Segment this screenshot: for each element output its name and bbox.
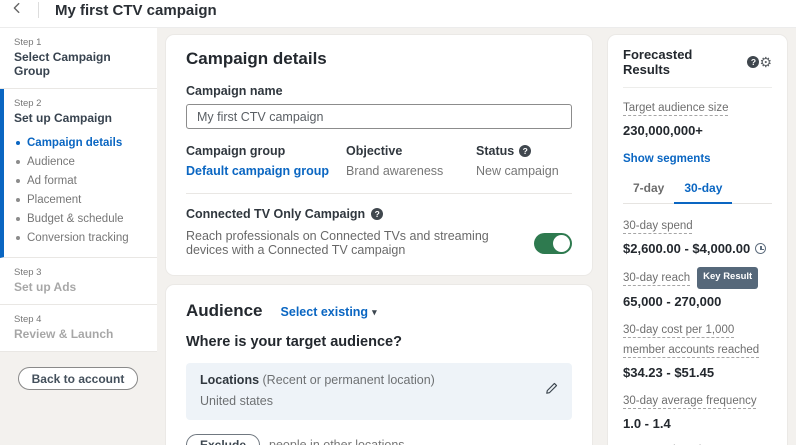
campaign-details-card: Campaign details Campaign name Campaign … [166,35,592,275]
bullet-icon [16,197,20,202]
campaign-group-link[interactable]: Default campaign group [186,164,346,178]
forecast-tabs: 7-day 30-day [623,177,772,205]
bullet-icon [16,140,20,145]
campaign-details-title: Campaign details [186,49,327,68]
step-title: Set up Ads [14,280,77,294]
frequency-value: 1.0 - 1.4 [623,416,671,432]
forecast-title: Forecasted Results [623,47,693,77]
target-audience-value: 230,000,000+ [623,123,703,139]
reach-label[interactable]: 30-day reach [623,268,690,288]
edit-locations-icon[interactable] [545,382,558,400]
audience-card: Audience Select existing ▾ Where is your … [166,285,592,445]
campaign-group-label: Campaign group [186,144,286,158]
sidebar-item-conversion-tracking[interactable]: Conversion tracking [14,228,143,247]
key-result-badge: Key Result [697,267,759,289]
substep-label: Audience [27,155,75,168]
back-arrow-icon[interactable] [0,1,34,20]
spend-label[interactable]: 30-day spend [623,220,693,232]
pacing-clock-icon[interactable] [755,243,767,255]
show-segments-link[interactable]: Show segments [623,153,711,165]
bullet-icon [16,159,20,164]
target-audience-label[interactable]: Target audience size [623,102,728,114]
step-title: Select Campaign Group [14,50,111,78]
reach-value: 65,000 - 270,000 [623,293,722,309]
forecast-panel: Forecasted Results ? ⚙ Target audience s… [608,35,787,445]
step-title: Set up Campaign [14,111,113,125]
frequency-label[interactable]: 30-day average frequency [623,395,757,407]
back-to-account-button[interactable]: Back to account [18,367,138,390]
select-existing-dropdown[interactable]: Select existing ▾ [281,305,377,319]
sidebar-item-budget-schedule[interactable]: Budget & schedule [14,209,143,228]
substep-label: Budget & schedule [27,212,124,225]
step-title: Review & Launch [14,327,114,341]
locations-label: Locations [200,373,260,387]
cost-label[interactable]: 30-day cost per 1,000 member accounts re… [623,324,759,356]
sidebar-item-ad-format[interactable]: Ad format [14,171,143,190]
locations-hint: (Recent or permanent location) [259,373,435,387]
forecast-help-icon[interactable]: ? [747,56,760,68]
objective-label: Objective [346,144,403,158]
step-2-substeps: Campaign details Audience Ad format Plac… [14,133,143,247]
locations-box: Locations (Recent or permanent location)… [186,363,572,420]
substep-label: Conversion tracking [27,231,129,244]
ctv-only-label: Connected TV Only Campaign [186,207,366,221]
status-value: New campaign [476,164,559,178]
select-existing-label: Select existing [280,305,369,319]
step-eyebrow: Step 3 [14,267,42,278]
ctv-description: Reach professionals on Connected TVs and… [186,229,489,257]
status-label: Status [476,144,515,158]
campaign-title: My first CTV campaign [55,1,217,19]
step-eyebrow: Step 2 [14,98,42,109]
sidebar-step-3: Step 3 Set up Ads [0,258,157,305]
campaign-meta-row: Campaign group Default campaign group Ob… [186,144,572,178]
step-eyebrow: Step 4 [14,314,42,325]
step-eyebrow: Step 1 [14,37,42,48]
cost-value: $34.23 - $51.45 [623,365,715,381]
tab-7-day[interactable]: 7-day [623,177,674,203]
audience-title: Audience [186,301,263,320]
spend-value: $2,600.00 - $4,000.00 [623,241,751,257]
audience-question: Where is your target audience? [186,334,402,350]
divider [38,2,39,18]
exclude-text: people in other locations [269,438,405,445]
main-content: Campaign details Campaign name Campaign … [166,35,592,445]
substep-label: Placement [27,193,82,206]
divider [186,193,572,194]
sidebar-step-2[interactable]: Step 2 Set up Campaign Campaign details … [0,89,157,258]
top-bar: My first CTV campaign [0,0,796,28]
locations-value: United states [200,394,273,408]
campaign-name-input[interactable] [186,104,572,129]
substep-label: Campaign details [27,136,123,149]
divider [623,87,772,88]
sidebar-item-placement[interactable]: Placement [14,190,143,209]
sidebar-item-audience[interactable]: Audience [14,152,143,171]
campaign-name-label: Campaign name [186,84,283,98]
sidebar-item-campaign-details[interactable]: Campaign details [14,133,143,152]
bullet-icon [16,216,20,221]
tab-30-day[interactable]: 30-day [674,177,733,205]
substep-label: Ad format [27,174,77,187]
caret-down-icon: ▾ [372,306,377,317]
sidebar-step-1[interactable]: Step 1 Select Campaign Group [0,28,157,89]
status-help-icon[interactable]: ? [519,145,532,157]
toggle-knob [553,234,570,252]
bullet-icon [16,235,20,240]
steps-sidebar: Step 1 Select Campaign Group Step 2 Set … [0,28,157,390]
objective-value: Brand awareness [346,164,444,178]
sidebar-step-4: Step 4 Review & Launch [0,305,157,352]
ctv-toggle[interactable] [534,232,572,254]
ctv-help-icon[interactable]: ? [371,208,384,220]
bullet-icon [16,178,20,183]
exclude-button[interactable]: Exclude [186,434,261,445]
gear-icon[interactable]: ⚙ [759,55,772,69]
